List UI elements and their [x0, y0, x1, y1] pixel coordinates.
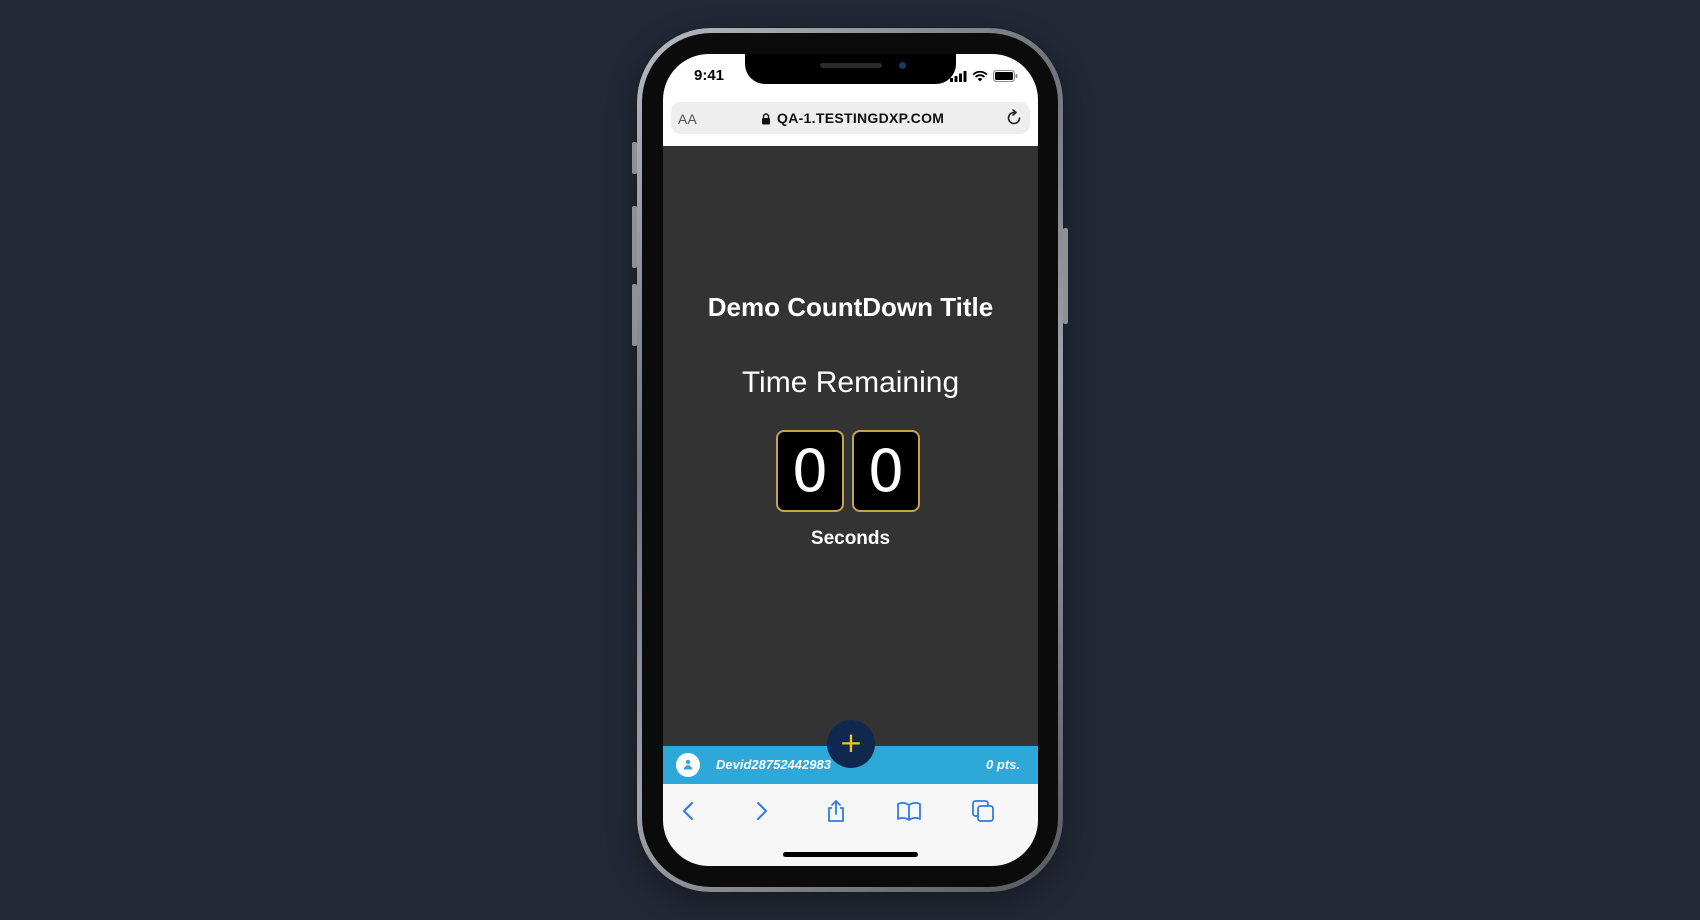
text-size-button[interactable]: AA: [678, 111, 697, 127]
power-button: [1063, 228, 1068, 324]
phone-screen: 9:41 AA QA-1.TESTINGDXP.COM Demo CountDo…: [663, 54, 1038, 866]
user-icon: [683, 759, 693, 770]
front-camera: [899, 62, 906, 69]
silent-switch: [632, 142, 637, 174]
bookmarks-icon[interactable]: [894, 796, 924, 826]
status-bar: 9:41: [663, 54, 1038, 98]
time-remaining-label: Time Remaining: [741, 366, 960, 399]
add-button[interactable]: +: [827, 720, 875, 768]
battery-icon: [993, 69, 1018, 87]
reload-icon[interactable]: [1005, 109, 1023, 132]
status-icons: [950, 69, 1018, 87]
seconds-label: Seconds: [810, 528, 891, 549]
lock-icon: [761, 112, 771, 130]
volume-up-button: [632, 206, 637, 268]
countdown-digit: 0: [776, 430, 844, 512]
username: Devid28752442983: [716, 757, 831, 772]
countdown-digit: 0: [852, 430, 920, 512]
countdown-title: Demo CountDown Title: [707, 292, 994, 322]
browser-toolbar: [663, 784, 1038, 866]
wifi-icon: [972, 69, 988, 87]
volume-down-button: [632, 284, 637, 346]
plus-icon: +: [839, 726, 863, 759]
forward-icon[interactable]: [747, 796, 777, 826]
text-size-label: AA: [678, 111, 697, 127]
speaker: [820, 63, 882, 68]
notch: [745, 54, 956, 84]
back-icon[interactable]: [673, 796, 703, 826]
countdown-digits: 0 0: [776, 430, 920, 512]
share-icon[interactable]: [821, 796, 851, 826]
signal-icon: [950, 69, 967, 87]
url-text[interactable]: QA-1.TESTINGDXP.COM: [777, 110, 944, 126]
home-indicator: [783, 852, 918, 857]
points-value: 0 pts.: [986, 757, 1020, 772]
avatar[interactable]: [676, 753, 700, 777]
status-time: 9:41: [694, 67, 725, 84]
tabs-icon[interactable]: [968, 796, 998, 826]
address-bar[interactable]: AA QA-1.TESTINGDXP.COM: [671, 102, 1030, 134]
browser-address-area: AA QA-1.TESTINGDXP.COM: [663, 98, 1038, 146]
